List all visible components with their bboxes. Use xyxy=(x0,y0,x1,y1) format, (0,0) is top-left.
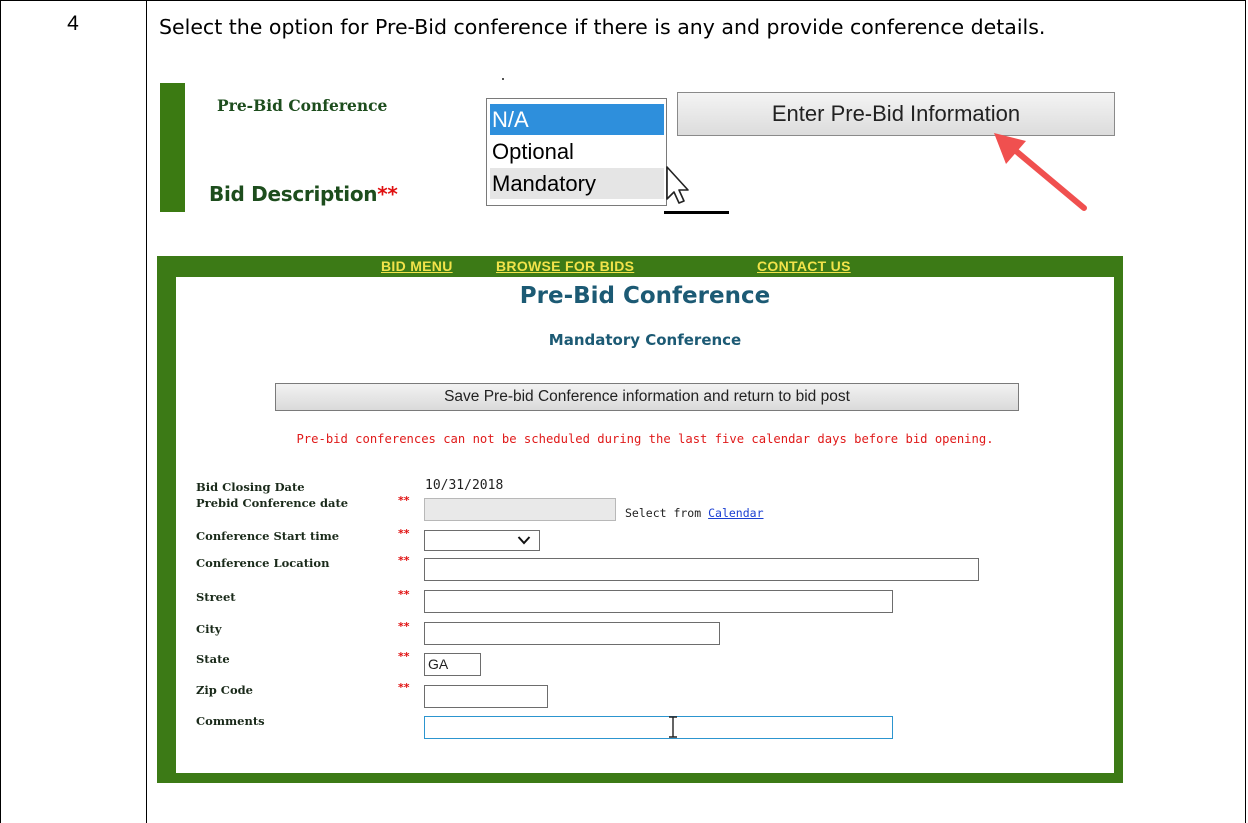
required-marker: ** xyxy=(398,681,410,694)
green-accent-bar xyxy=(160,83,185,212)
location-label: Conference Location xyxy=(196,556,330,570)
page-subtitle: Mandatory Conference xyxy=(548,331,742,349)
table-column-divider xyxy=(146,0,147,823)
page-title: Pre-Bid Conference xyxy=(519,283,771,309)
required-marker: ** xyxy=(377,182,398,206)
prebid-date-label: Prebid Conference date xyxy=(196,496,349,510)
red-callout-arrow-icon xyxy=(994,133,1087,211)
prebid-page-content xyxy=(176,277,1114,773)
step-instruction: Select the option for Pre-Bid conference… xyxy=(159,15,1046,39)
comments-input[interactable] xyxy=(424,716,893,739)
required-marker: ** xyxy=(398,494,410,507)
required-marker: ** xyxy=(398,527,410,540)
street-label: Street xyxy=(196,590,236,604)
mouse-pointer-icon xyxy=(666,166,689,204)
bid-description-label: Bid Description** xyxy=(209,182,398,206)
required-marker: ** xyxy=(398,620,410,633)
required-marker: ** xyxy=(398,554,410,567)
city-input[interactable] xyxy=(424,622,720,645)
state-label: State xyxy=(196,652,230,666)
required-marker: ** xyxy=(398,588,410,601)
street-input[interactable] xyxy=(424,590,893,613)
zip-code-input[interactable] xyxy=(424,685,548,708)
save-prebid-button[interactable]: Save Pre-bid Conference information and … xyxy=(275,383,1019,411)
select-from-calendar: Select from Calendar xyxy=(625,506,764,520)
state-input[interactable]: GA xyxy=(424,653,481,676)
dropdown-option-optional[interactable]: Optional xyxy=(490,136,664,167)
warning-message: Pre-bid conferences can not be scheduled… xyxy=(296,432,994,446)
start-time-label: Conference Start time xyxy=(196,529,340,543)
chevron-down-icon xyxy=(517,536,531,545)
dropdown-option-na[interactable]: N/A xyxy=(490,104,664,135)
prebid-date-input xyxy=(424,498,616,521)
dropdown-option-mandatory[interactable]: Mandatory xyxy=(490,168,664,199)
stray-dot xyxy=(502,78,504,80)
city-label: City xyxy=(196,622,222,636)
location-input[interactable] xyxy=(424,558,979,581)
underline-mark xyxy=(664,211,729,214)
nav-bid-menu[interactable]: BID MENU xyxy=(381,258,453,274)
zip-code-label: Zip Code xyxy=(196,683,253,697)
comments-label: Comments xyxy=(196,714,265,728)
nav-browse-for-bids[interactable]: BROWSE FOR BIDS xyxy=(496,258,634,274)
bid-closing-date-value: 10/31/2018 xyxy=(425,478,504,493)
calendar-link[interactable]: Calendar xyxy=(708,506,763,520)
start-time-select[interactable] xyxy=(424,530,540,551)
bid-closing-date-label: Bid Closing Date xyxy=(196,480,305,494)
prebid-conference-label: Pre-Bid Conference xyxy=(217,96,388,115)
step-number: 4 xyxy=(67,12,79,35)
nav-contact-us[interactable]: CONTACT US xyxy=(757,258,851,274)
text-cursor-icon xyxy=(669,716,677,738)
prebid-dropdown-list[interactable]: N/A Optional Mandatory xyxy=(486,98,667,206)
required-marker: ** xyxy=(398,650,410,663)
